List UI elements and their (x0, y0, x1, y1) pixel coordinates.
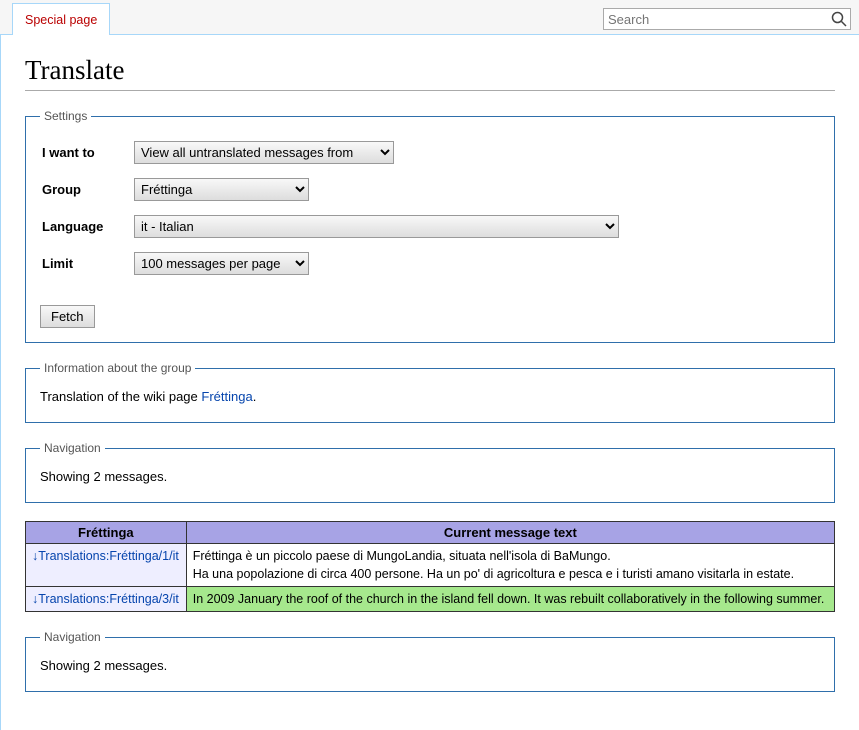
table-row: ↓Translations:Fréttinga/1/itFréttinga è … (26, 544, 835, 587)
group-label: Group (42, 172, 132, 207)
col-header-title: Fréttinga (26, 522, 187, 544)
nav-top-legend: Navigation (40, 441, 105, 455)
search-icon[interactable] (831, 11, 847, 27)
message-body-cell: Fréttinga è un piccolo paese di MungoLan… (186, 544, 834, 587)
content: Translate Settings I want to View all un… (0, 35, 859, 730)
settings-table: I want to View all untranslated messages… (40, 133, 631, 297)
fetch-button[interactable]: Fetch (40, 305, 95, 328)
message-link[interactable]: Translations:Fréttinga/1/it (38, 549, 179, 563)
message-body-cell: In 2009 January the roof of the church i… (186, 587, 834, 612)
nav-bottom-text: Showing 2 messages. (40, 658, 820, 673)
settings-fieldset: Settings I want to View all untranslated… (25, 109, 835, 343)
group-info-suffix: . (253, 389, 257, 404)
want-label: I want to (42, 135, 132, 170)
group-info-fieldset: Information about the group Translation … (25, 361, 835, 423)
nav-top-fieldset: Navigation Showing 2 messages. (25, 441, 835, 503)
message-title-cell: ↓Translations:Fréttinga/3/it (26, 587, 187, 612)
group-select[interactable]: Fréttinga (134, 178, 309, 201)
nav-bottom-fieldset: Navigation Showing 2 messages. (25, 630, 835, 692)
group-info-prefix: Translation of the wiki page (40, 389, 201, 404)
nav-bottom-legend: Navigation (40, 630, 105, 644)
limit-label: Limit (42, 246, 132, 281)
nav-top-text: Showing 2 messages. (40, 469, 820, 484)
page-title: Translate (25, 55, 835, 91)
limit-select[interactable]: 100 messages per page (134, 252, 309, 275)
message-link[interactable]: Translations:Fréttinga/3/it (38, 592, 179, 606)
group-info-text: Translation of the wiki page Fréttinga. (40, 389, 820, 404)
tab-special-page[interactable]: Special page (12, 3, 110, 35)
messages-table: Fréttinga Current message text ↓Translat… (25, 521, 835, 612)
lang-select[interactable]: it - Italian (134, 215, 619, 238)
settings-legend: Settings (40, 109, 91, 123)
col-header-body: Current message text (186, 522, 834, 544)
search-wrap (603, 8, 851, 30)
search-input[interactable] (603, 8, 851, 30)
want-select[interactable]: View all untranslated messages from (134, 141, 394, 164)
message-title-cell: ↓Translations:Fréttinga/1/it (26, 544, 187, 587)
table-row: ↓Translations:Fréttinga/3/itIn 2009 Janu… (26, 587, 835, 612)
group-info-legend: Information about the group (40, 361, 195, 375)
lang-label: Language (42, 209, 132, 244)
group-info-link[interactable]: Fréttinga (201, 389, 252, 404)
top-bar: Special page (0, 0, 859, 35)
